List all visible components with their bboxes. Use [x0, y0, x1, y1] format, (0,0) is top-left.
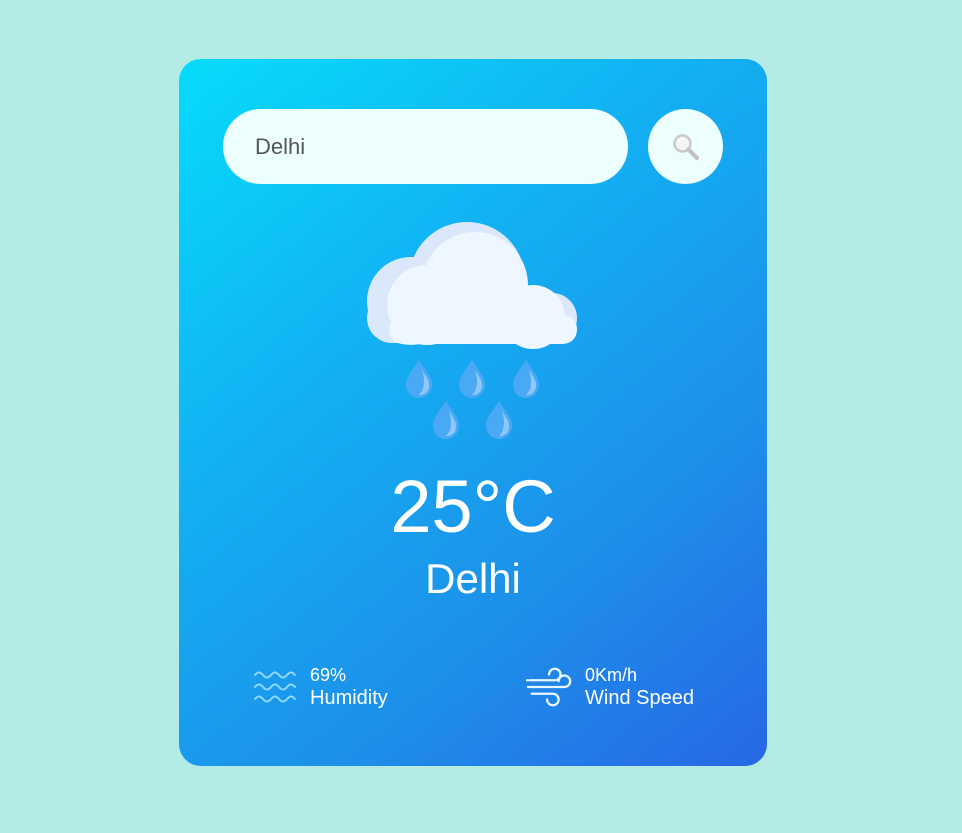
search-icon	[672, 133, 699, 160]
wind-value: 0Km/h	[585, 665, 638, 685]
humidity-waves-icon	[251, 665, 299, 709]
search-input[interactable]	[223, 109, 628, 184]
raindrop	[406, 360, 432, 398]
weather-card: 25°C Delhi 69% Humidity	[179, 59, 767, 766]
humidity-value: 69%	[310, 665, 347, 685]
rain-cloud-icon	[367, 222, 577, 439]
wind-label: Wind Speed	[585, 687, 694, 709]
city-name: Delhi	[425, 555, 521, 602]
humidity-detail: 69% Humidity	[251, 664, 388, 710]
temperature: 25°C	[390, 465, 556, 548]
raindrop	[513, 360, 539, 398]
search-button[interactable]	[648, 109, 723, 184]
raindrop	[486, 401, 512, 439]
wind-detail: 0Km/h Wind Speed	[526, 664, 694, 710]
raindrop	[433, 401, 459, 439]
humidity-label: Humidity	[310, 687, 388, 709]
raindrop	[459, 360, 485, 398]
weather-status	[365, 219, 581, 439]
wind-icon	[526, 665, 574, 709]
